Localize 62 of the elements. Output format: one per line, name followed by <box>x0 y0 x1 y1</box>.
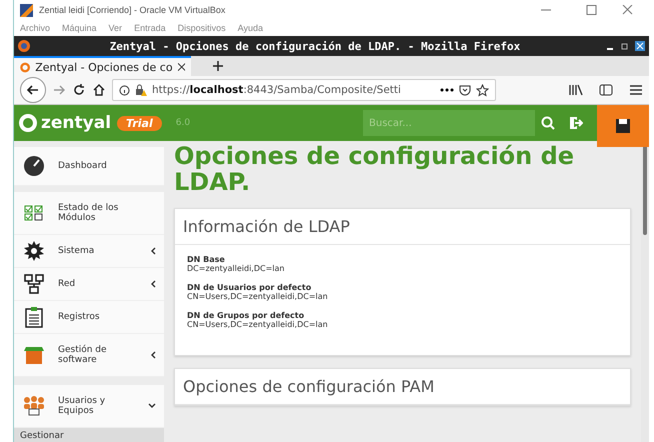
field-label: DN de Usuarios por defecto <box>187 282 312 292</box>
window-title: Zential leidi [Corriendo] - Oracle VM VirtualBox <box>39 5 226 15</box>
field-value: CN=Users,DC=zentyalleidi,DC=lan <box>187 320 329 329</box>
sidebar-item[interactable]: Estado de los Módulos <box>14 192 164 235</box>
panel-title: Información de LDAP <box>175 208 630 245</box>
address-bar[interactable]: https://localhost:8443/Samba/Composite/Setti <box>112 79 496 101</box>
sidebar-icon[interactable] <box>599 84 613 96</box>
reload-icon[interactable] <box>72 83 86 97</box>
field-value: DC=zentyalleidi,DC=lan <box>187 264 286 273</box>
scrollbar-thumb[interactable] <box>643 145 647 235</box>
checklist-icon <box>24 205 44 221</box>
clipboard-icon <box>25 306 43 328</box>
sidebar-item[interactable]: Red <box>14 268 164 301</box>
sidebar-item[interactable]: Sistema <box>14 235 164 268</box>
panel-title: Opciones de configuración PAM <box>175 368 630 405</box>
logo-text: zentyal <box>41 113 112 133</box>
menu-item[interactable]: Máquina <box>62 22 97 32</box>
field-label: DN de Grupos por defecto <box>187 310 306 320</box>
sidebar-item[interactable]: Usuarios y Equipos <box>14 385 164 428</box>
restore-icon[interactable] <box>620 41 630 51</box>
menu-item[interactable]: Archivo <box>20 22 50 32</box>
search-icon[interactable] <box>541 116 555 130</box>
sidebar-subitem[interactable]: Gestionar <box>14 428 164 442</box>
star-icon[interactable] <box>476 84 489 96</box>
box-icon <box>22 345 46 365</box>
back-icon[interactable] <box>20 77 46 103</box>
forward-icon[interactable] <box>52 83 66 97</box>
menu-item[interactable]: Entrada <box>134 22 166 32</box>
gear-icon <box>24 241 44 261</box>
pocket-icon[interactable] <box>459 84 471 96</box>
menu-item[interactable]: Ayuda <box>238 22 263 32</box>
field-value: CN=Users,DC=zentyalleidi,DC=lan <box>187 292 329 301</box>
search-field[interactable]: Buscar... <box>363 110 535 136</box>
menu-item[interactable]: Ver <box>108 22 122 32</box>
close-icon[interactable] <box>178 63 185 71</box>
more-icon[interactable] <box>440 88 454 92</box>
logout-icon[interactable] <box>569 116 583 130</box>
gauge-icon <box>23 155 45 177</box>
menu-icon[interactable] <box>629 84 643 96</box>
trial-badge: Trial <box>117 116 162 130</box>
url-text: https://localhost:8443/Samba/Composite/Setti <box>152 84 401 96</box>
firefox-icon <box>18 40 30 52</box>
version-text: 6.0 <box>176 118 190 128</box>
sidebar-item[interactable]: Registros <box>14 301 164 334</box>
browser-tab[interactable]: Zentyal - Opciones de co <box>14 56 191 76</box>
library-icon[interactable] <box>569 84 583 96</box>
save-button[interactable] <box>597 105 649 147</box>
sidebar-item[interactable]: Gestión de software <box>14 334 164 377</box>
home-icon[interactable] <box>92 83 106 97</box>
menu-item[interactable]: Dispositivos <box>178 22 226 32</box>
zentyal-icon <box>20 62 30 72</box>
network-icon <box>24 274 44 294</box>
sidebar-item[interactable]: Dashboard <box>14 147 164 186</box>
page-title: Opciones de configuración de LDAP. <box>174 143 576 196</box>
logo-icon <box>18 113 38 133</box>
info-icon <box>119 84 130 96</box>
app-icon <box>20 4 33 16</box>
field-label: DN Base <box>187 254 226 264</box>
lock-warning-icon <box>135 84 147 96</box>
save-icon <box>615 118 631 134</box>
browser-title: Zentyal - Opciones de configuración de LDAP. - Mozilla Firefox <box>108 40 522 52</box>
users-icon <box>22 396 46 416</box>
